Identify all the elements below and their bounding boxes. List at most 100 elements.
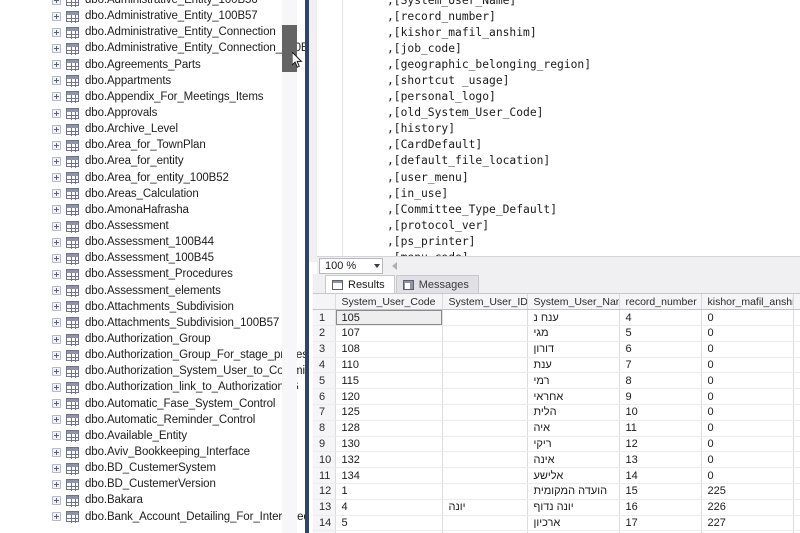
expand-plus-icon[interactable] [52,269,61,279]
expand-plus-icon[interactable] [52,302,61,312]
tree-node[interactable]: dbo.Bakara [0,492,305,508]
tree-node[interactable]: dbo.Bank_Account_Detailing_For_Intereste… [0,509,305,525]
cell-system-user-code[interactable]: 115 [335,372,443,390]
expand-plus-icon[interactable] [52,399,61,409]
cell-record-number[interactable]: 6 [619,341,702,358]
cell-kishor-mafil-anshim[interactable]: 0 [701,357,794,374]
cell-system-user-id[interactable] [442,388,528,406]
expand-plus-icon[interactable] [52,76,61,86]
results-grid[interactable]: System_User_Code System_User_ID System_U… [313,293,800,533]
expand-plus-icon[interactable] [52,495,61,505]
object-explorer-scrollbar-track[interactable] [282,0,297,533]
cell-record-number[interactable]: 14 [619,467,702,485]
tree-node[interactable]: dbo.Authorization_Group [0,331,305,347]
expand-plus-icon[interactable] [52,189,61,199]
expand-plus-icon[interactable] [52,60,61,70]
expand-plus-icon[interactable] [52,11,61,21]
table-row[interactable]: 1 105 ענח נ40 [313,309,800,327]
row-number[interactable]: 5 [313,372,336,390]
cell-system-user-name[interactable]: דורון [527,341,620,358]
row-number[interactable]: 4 [313,357,336,374]
cell-system-user-id[interactable] [442,404,528,421]
tree-node[interactable]: dbo.Appartments [0,73,305,89]
expand-plus-icon[interactable] [52,173,61,183]
header-record-number[interactable]: record_number [619,294,702,311]
tree-node[interactable]: dbo.Attachments_Subdivision [0,299,305,315]
cell-system-user-name[interactable]: ריקי [527,436,620,453]
tree-node[interactable]: dbo.Archive_Level [0,121,305,137]
cell-system-user-name[interactable]: הועדה המקומית [527,483,620,500]
tree-node[interactable]: dbo.Agreements_Parts [0,57,305,73]
expand-plus-icon[interactable] [52,334,61,344]
scroll-left-arrow-icon[interactable] [392,261,397,270]
object-explorer-tree[interactable]: dbo.Administrative_Entity_100B56 dbo.Admi… [0,0,305,525]
tree-node[interactable]: dbo.Automatic_Reminder_Control [0,412,305,428]
cell-system-user-name[interactable]: ענח נ [527,309,620,327]
row-number[interactable]: 2 [313,325,336,342]
expand-plus-icon[interactable] [52,92,61,102]
cell-kishor-mafil-anshim[interactable]: 0 [701,404,794,421]
tree-node[interactable]: dbo.Administrative_Entity_Connection_100… [0,40,305,56]
cell-system-user-id[interactable] [442,436,528,453]
expand-plus-icon[interactable] [52,237,61,247]
expand-plus-icon[interactable] [52,463,61,473]
row-number[interactable]: 12 [313,483,336,500]
cell-record-number[interactable]: 4 [619,309,702,327]
table-row[interactable]: 10 132 אינה 13 0 [313,451,800,469]
cell-system-user-name[interactable]: יונה נדוף [527,499,620,516]
cell-system-user-code[interactable]: 4 [335,499,443,516]
tree-node[interactable]: dbo.Assessment_100B45 [0,250,305,266]
cell-system-user-code[interactable]: 134 [335,467,443,485]
tree-node[interactable]: dbo.Authorization_Group_For_stage_proces [0,347,305,363]
cell-kishor-mafil-anshim[interactable]: 0 [701,420,794,437]
cell-system-user-id[interactable] [442,451,528,469]
cell-record-number[interactable]: 15 [619,483,702,500]
expand-plus-icon[interactable] [52,318,61,328]
expand-plus-icon[interactable] [52,27,61,37]
table-row[interactable]: 4 110 ענת 7 0 [313,357,800,374]
header-system-user-code[interactable]: System_User_Code [335,294,443,311]
cell-system-user-name[interactable]: רמי [527,372,620,390]
cell-record-number[interactable]: 12 [619,436,702,453]
table-row[interactable]: 6 120 אחראי 9 0 [313,388,800,406]
tree-node[interactable]: dbo.Assessment_elements [0,283,305,299]
expand-plus-icon[interactable] [52,156,61,166]
table-row[interactable]: 9 130 ריקי 12 0 [313,436,800,453]
tree-node[interactable]: dbo.Aviv_Bookkeeping_Interface [0,444,305,460]
row-number[interactable]: 1 [313,309,336,327]
cell-kishor-mafil-anshim[interactable]: 227 [701,515,794,532]
row-number[interactable]: 8 [313,420,336,437]
cell-kishor-mafil-anshim[interactable]: 0 [701,467,794,485]
expand-plus-icon[interactable] [52,431,61,441]
cell-system-user-code[interactable]: 1 [335,483,443,500]
table-row[interactable]: 12 1 הועדה המקומית 15 225 [313,483,800,500]
cell-kishor-mafil-anshim[interactable]: 0 [701,341,794,358]
row-number[interactable]: 9 [313,436,336,453]
header-kishor-mafil-anshim[interactable]: kishor_mafil_anshim [701,294,794,311]
cell-kishor-mafil-anshim[interactable]: 0 [701,372,794,390]
expand-plus-icon[interactable] [52,43,61,53]
table-row[interactable]: 3 108 דורון 6 0 [313,341,800,358]
cell-kishor-mafil-anshim[interactable]: 0 [701,325,794,342]
cell-system-user-code[interactable]: 108 [335,341,443,358]
expand-plus-icon[interactable] [52,366,61,376]
row-number[interactable]: 3 [313,341,336,358]
tree-node[interactable]: dbo.Assessment [0,218,305,234]
cell-system-user-id[interactable] [442,341,528,358]
expand-plus-icon[interactable] [52,253,61,263]
cell-kishor-mafil-anshim[interactable]: 225 [701,483,794,500]
cell-record-number[interactable]: 9 [619,388,702,406]
table-row[interactable]: 2 107 מגי 5 0 [313,325,800,342]
cell-record-number[interactable]: 17 [619,515,702,532]
row-number[interactable]: 13 [313,499,336,516]
cell-system-user-code[interactable]: 110 [335,357,443,374]
tab-messages[interactable]: Messages [395,275,479,293]
expand-plus-icon[interactable] [52,512,61,522]
expand-plus-icon[interactable] [52,479,61,489]
cell-record-number[interactable]: 10 [619,404,702,421]
expand-plus-icon[interactable] [52,0,61,5]
cell-system-user-code[interactable]: 105 [335,309,443,327]
cell-system-user-name[interactable]: ארכיון [527,515,620,532]
cell-system-user-name[interactable]: מגי [527,325,620,342]
tree-node[interactable]: dbo.Administrative_Entity_Connection [0,24,305,40]
